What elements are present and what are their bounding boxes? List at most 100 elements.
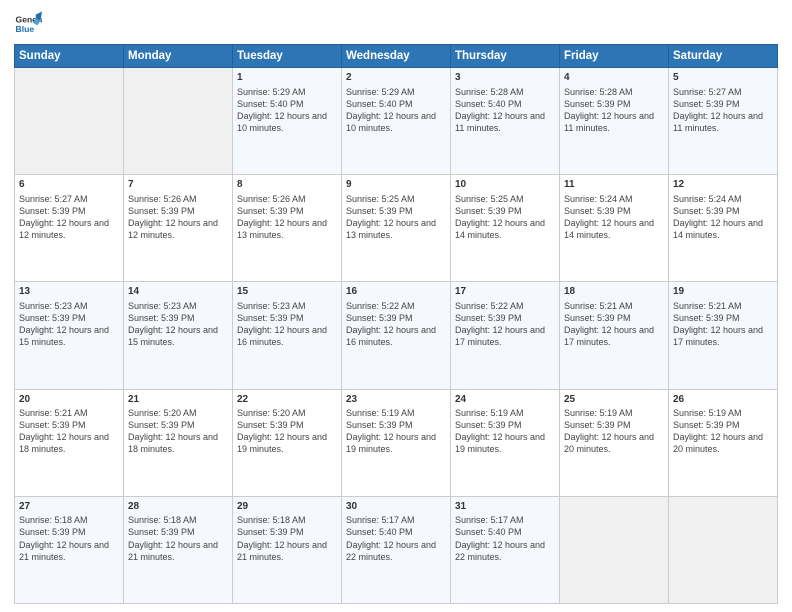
day-info: Sunrise: 5:22 AM Sunset: 5:39 PM Dayligh… bbox=[455, 300, 555, 349]
day-number: 28 bbox=[128, 500, 228, 514]
calendar-cell: 5Sunrise: 5:27 AM Sunset: 5:39 PM Daylig… bbox=[669, 68, 778, 175]
day-number: 5 bbox=[673, 71, 773, 85]
calendar-cell: 6Sunrise: 5:27 AM Sunset: 5:39 PM Daylig… bbox=[15, 175, 124, 282]
calendar-cell: 21Sunrise: 5:20 AM Sunset: 5:39 PM Dayli… bbox=[124, 389, 233, 496]
calendar-cell: 29Sunrise: 5:18 AM Sunset: 5:39 PM Dayli… bbox=[233, 496, 342, 603]
day-number: 12 bbox=[673, 178, 773, 192]
day-number: 1 bbox=[237, 71, 337, 85]
day-number: 25 bbox=[564, 393, 664, 407]
week-row-4: 20Sunrise: 5:21 AM Sunset: 5:39 PM Dayli… bbox=[15, 389, 778, 496]
day-number: 13 bbox=[19, 285, 119, 299]
week-row-2: 6Sunrise: 5:27 AM Sunset: 5:39 PM Daylig… bbox=[15, 175, 778, 282]
calendar-cell: 10Sunrise: 5:25 AM Sunset: 5:39 PM Dayli… bbox=[451, 175, 560, 282]
calendar-table: SundayMondayTuesdayWednesdayThursdayFrid… bbox=[14, 44, 778, 604]
day-info: Sunrise: 5:23 AM Sunset: 5:39 PM Dayligh… bbox=[237, 300, 337, 349]
calendar-cell bbox=[15, 68, 124, 175]
day-info: Sunrise: 5:18 AM Sunset: 5:39 PM Dayligh… bbox=[237, 514, 337, 563]
calendar-cell: 16Sunrise: 5:22 AM Sunset: 5:39 PM Dayli… bbox=[342, 282, 451, 389]
calendar-cell: 15Sunrise: 5:23 AM Sunset: 5:39 PM Dayli… bbox=[233, 282, 342, 389]
day-info: Sunrise: 5:23 AM Sunset: 5:39 PM Dayligh… bbox=[128, 300, 228, 349]
weekday-header-monday: Monday bbox=[124, 45, 233, 68]
calendar-cell: 2Sunrise: 5:29 AM Sunset: 5:40 PM Daylig… bbox=[342, 68, 451, 175]
header: General Blue bbox=[14, 10, 778, 38]
day-number: 4 bbox=[564, 71, 664, 85]
day-number: 31 bbox=[455, 500, 555, 514]
day-info: Sunrise: 5:24 AM Sunset: 5:39 PM Dayligh… bbox=[673, 193, 773, 242]
calendar-cell bbox=[669, 496, 778, 603]
day-number: 19 bbox=[673, 285, 773, 299]
day-number: 9 bbox=[346, 178, 446, 192]
day-number: 27 bbox=[19, 500, 119, 514]
calendar-cell: 7Sunrise: 5:26 AM Sunset: 5:39 PM Daylig… bbox=[124, 175, 233, 282]
calendar-cell: 28Sunrise: 5:18 AM Sunset: 5:39 PM Dayli… bbox=[124, 496, 233, 603]
calendar-cell: 14Sunrise: 5:23 AM Sunset: 5:39 PM Dayli… bbox=[124, 282, 233, 389]
day-number: 29 bbox=[237, 500, 337, 514]
week-row-3: 13Sunrise: 5:23 AM Sunset: 5:39 PM Dayli… bbox=[15, 282, 778, 389]
day-info: Sunrise: 5:20 AM Sunset: 5:39 PM Dayligh… bbox=[128, 407, 228, 456]
day-info: Sunrise: 5:18 AM Sunset: 5:39 PM Dayligh… bbox=[19, 514, 119, 563]
calendar-cell: 20Sunrise: 5:21 AM Sunset: 5:39 PM Dayli… bbox=[15, 389, 124, 496]
day-info: Sunrise: 5:29 AM Sunset: 5:40 PM Dayligh… bbox=[237, 86, 337, 135]
calendar-cell: 1Sunrise: 5:29 AM Sunset: 5:40 PM Daylig… bbox=[233, 68, 342, 175]
calendar-cell: 22Sunrise: 5:20 AM Sunset: 5:39 PM Dayli… bbox=[233, 389, 342, 496]
calendar-header: SundayMondayTuesdayWednesdayThursdayFrid… bbox=[15, 45, 778, 68]
day-number: 11 bbox=[564, 178, 664, 192]
day-number: 30 bbox=[346, 500, 446, 514]
day-info: Sunrise: 5:18 AM Sunset: 5:39 PM Dayligh… bbox=[128, 514, 228, 563]
day-number: 14 bbox=[128, 285, 228, 299]
svg-text:Blue: Blue bbox=[16, 24, 35, 34]
day-info: Sunrise: 5:29 AM Sunset: 5:40 PM Dayligh… bbox=[346, 86, 446, 135]
week-row-5: 27Sunrise: 5:18 AM Sunset: 5:39 PM Dayli… bbox=[15, 496, 778, 603]
day-info: Sunrise: 5:17 AM Sunset: 5:40 PM Dayligh… bbox=[455, 514, 555, 563]
calendar-cell: 4Sunrise: 5:28 AM Sunset: 5:39 PM Daylig… bbox=[560, 68, 669, 175]
day-number: 17 bbox=[455, 285, 555, 299]
day-number: 21 bbox=[128, 393, 228, 407]
day-number: 6 bbox=[19, 178, 119, 192]
calendar-cell bbox=[124, 68, 233, 175]
day-info: Sunrise: 5:28 AM Sunset: 5:39 PM Dayligh… bbox=[564, 86, 664, 135]
weekday-header-thursday: Thursday bbox=[451, 45, 560, 68]
day-number: 16 bbox=[346, 285, 446, 299]
day-number: 10 bbox=[455, 178, 555, 192]
weekday-header-saturday: Saturday bbox=[669, 45, 778, 68]
calendar-body: 1Sunrise: 5:29 AM Sunset: 5:40 PM Daylig… bbox=[15, 68, 778, 604]
day-info: Sunrise: 5:26 AM Sunset: 5:39 PM Dayligh… bbox=[237, 193, 337, 242]
calendar-cell: 8Sunrise: 5:26 AM Sunset: 5:39 PM Daylig… bbox=[233, 175, 342, 282]
day-info: Sunrise: 5:28 AM Sunset: 5:40 PM Dayligh… bbox=[455, 86, 555, 135]
weekday-header-sunday: Sunday bbox=[15, 45, 124, 68]
calendar-cell: 27Sunrise: 5:18 AM Sunset: 5:39 PM Dayli… bbox=[15, 496, 124, 603]
day-number: 22 bbox=[237, 393, 337, 407]
day-info: Sunrise: 5:21 AM Sunset: 5:39 PM Dayligh… bbox=[564, 300, 664, 349]
calendar-cell: 11Sunrise: 5:24 AM Sunset: 5:39 PM Dayli… bbox=[560, 175, 669, 282]
day-info: Sunrise: 5:19 AM Sunset: 5:39 PM Dayligh… bbox=[673, 407, 773, 456]
day-info: Sunrise: 5:17 AM Sunset: 5:40 PM Dayligh… bbox=[346, 514, 446, 563]
calendar-cell: 31Sunrise: 5:17 AM Sunset: 5:40 PM Dayli… bbox=[451, 496, 560, 603]
calendar-cell: 17Sunrise: 5:22 AM Sunset: 5:39 PM Dayli… bbox=[451, 282, 560, 389]
day-number: 23 bbox=[346, 393, 446, 407]
week-row-1: 1Sunrise: 5:29 AM Sunset: 5:40 PM Daylig… bbox=[15, 68, 778, 175]
day-number: 24 bbox=[455, 393, 555, 407]
day-number: 26 bbox=[673, 393, 773, 407]
calendar-cell: 13Sunrise: 5:23 AM Sunset: 5:39 PM Dayli… bbox=[15, 282, 124, 389]
calendar-cell: 12Sunrise: 5:24 AM Sunset: 5:39 PM Dayli… bbox=[669, 175, 778, 282]
day-info: Sunrise: 5:20 AM Sunset: 5:39 PM Dayligh… bbox=[237, 407, 337, 456]
day-info: Sunrise: 5:23 AM Sunset: 5:39 PM Dayligh… bbox=[19, 300, 119, 349]
day-info: Sunrise: 5:27 AM Sunset: 5:39 PM Dayligh… bbox=[19, 193, 119, 242]
calendar-cell: 9Sunrise: 5:25 AM Sunset: 5:39 PM Daylig… bbox=[342, 175, 451, 282]
day-number: 20 bbox=[19, 393, 119, 407]
weekday-header-wednesday: Wednesday bbox=[342, 45, 451, 68]
calendar-cell: 26Sunrise: 5:19 AM Sunset: 5:39 PM Dayli… bbox=[669, 389, 778, 496]
day-info: Sunrise: 5:27 AM Sunset: 5:39 PM Dayligh… bbox=[673, 86, 773, 135]
day-info: Sunrise: 5:19 AM Sunset: 5:39 PM Dayligh… bbox=[455, 407, 555, 456]
day-number: 15 bbox=[237, 285, 337, 299]
calendar-cell: 24Sunrise: 5:19 AM Sunset: 5:39 PM Dayli… bbox=[451, 389, 560, 496]
day-number: 2 bbox=[346, 71, 446, 85]
day-info: Sunrise: 5:22 AM Sunset: 5:39 PM Dayligh… bbox=[346, 300, 446, 349]
day-info: Sunrise: 5:26 AM Sunset: 5:39 PM Dayligh… bbox=[128, 193, 228, 242]
calendar-cell bbox=[560, 496, 669, 603]
day-info: Sunrise: 5:25 AM Sunset: 5:39 PM Dayligh… bbox=[455, 193, 555, 242]
day-info: Sunrise: 5:21 AM Sunset: 5:39 PM Dayligh… bbox=[673, 300, 773, 349]
calendar-cell: 25Sunrise: 5:19 AM Sunset: 5:39 PM Dayli… bbox=[560, 389, 669, 496]
page: General Blue SundayMondayTuesdayWednesda… bbox=[0, 0, 792, 612]
day-info: Sunrise: 5:21 AM Sunset: 5:39 PM Dayligh… bbox=[19, 407, 119, 456]
